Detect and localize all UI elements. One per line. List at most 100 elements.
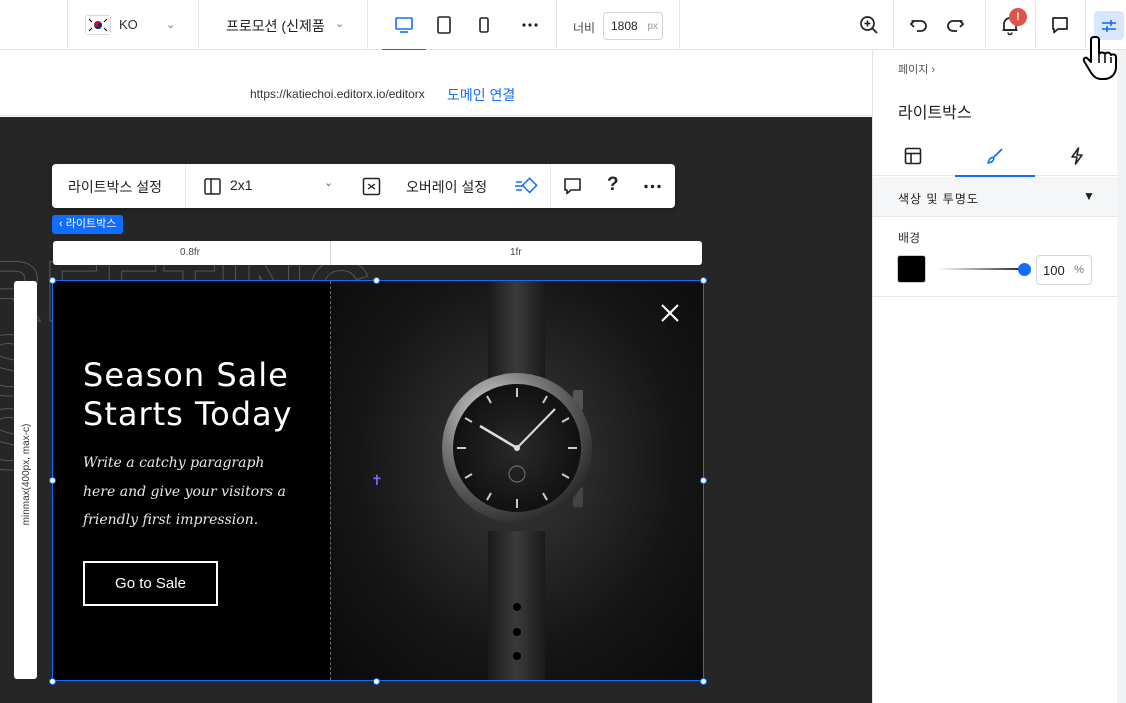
more-icon xyxy=(522,23,538,27)
width-label: 너비 xyxy=(573,21,596,35)
layout-selector[interactable]: 2x1 xyxy=(230,177,253,193)
resize-handle[interactable] xyxy=(373,678,380,685)
zoom-in-icon xyxy=(860,16,878,34)
panel-divider xyxy=(873,296,1117,297)
opacity-input[interactable]: 100 % xyxy=(1036,255,1092,285)
resize-handle[interactable] xyxy=(700,678,707,685)
watch-illustration xyxy=(442,281,592,680)
width-value: 1808 xyxy=(611,19,638,33)
toolbar-divider xyxy=(679,0,680,49)
toolbar-divider xyxy=(367,0,368,49)
comment-icon xyxy=(1052,17,1068,34)
redo-icon xyxy=(947,20,965,32)
toolbar-divider xyxy=(1035,0,1036,49)
chevron-down-icon[interactable]: ⌄ xyxy=(166,18,175,31)
width-unit: px xyxy=(647,21,658,32)
lightbox-paragraph[interactable]: Write a catchy paragraph here and give y… xyxy=(83,449,298,535)
tab-design[interactable] xyxy=(955,136,1035,177)
grid-cell-add-icon[interactable]: ✝ xyxy=(371,472,383,489)
headline-line: Starts Today xyxy=(83,395,293,433)
grid-column-size[interactable]: 0.8fr xyxy=(180,247,200,258)
grid-column-guide xyxy=(330,281,331,680)
tablet-icon xyxy=(437,16,451,34)
background-label: 배경 xyxy=(898,231,921,245)
animation-icon[interactable] xyxy=(514,176,542,196)
desktop-view-button[interactable] xyxy=(382,10,426,51)
tab-interactions[interactable] xyxy=(1037,136,1117,176)
background-color-swatch[interactable] xyxy=(897,255,926,283)
resize-handle[interactable] xyxy=(700,477,707,484)
hand-cursor-icon xyxy=(1082,36,1117,80)
toolbar-divider xyxy=(67,0,68,49)
tab-layout[interactable] xyxy=(873,136,953,176)
notification-badge: ! xyxy=(1009,8,1027,26)
panel-breadcrumb[interactable]: 페이지 › xyxy=(898,61,935,77)
grid-column-divider[interactable] xyxy=(330,241,331,265)
opacity-unit: % xyxy=(1074,264,1084,276)
panel-scrollbar[interactable] xyxy=(1117,50,1126,703)
resize-handle[interactable] xyxy=(49,277,56,284)
toolbar-divider xyxy=(556,0,557,49)
canvas-top-margin xyxy=(0,50,872,72)
help-icon[interactable]: ? xyxy=(607,174,619,196)
lightbox-container[interactable]: Season Sale Starts Today Write a catchy … xyxy=(53,281,703,680)
comment-icon[interactable] xyxy=(563,177,582,196)
more-devices-button[interactable] xyxy=(510,10,550,40)
page-name: 프로모션 (신제품 xyxy=(226,18,325,34)
resize-handle[interactable] xyxy=(700,277,707,284)
mobile-view-button[interactable] xyxy=(464,10,504,40)
chevron-down-icon[interactable]: ⌄ xyxy=(324,176,333,189)
site-url: https://katiechoi.editorx.io/editorx xyxy=(250,87,425,101)
mobile-icon xyxy=(479,17,489,33)
grid-row-size[interactable]: minmax(400px, max-c) xyxy=(21,402,32,547)
resize-handle[interactable] xyxy=(373,277,380,284)
grid-column-size[interactable]: 1fr xyxy=(510,247,522,258)
close-icon[interactable] xyxy=(659,302,681,324)
redo-button[interactable] xyxy=(942,12,968,38)
resize-handle[interactable] xyxy=(49,477,56,484)
lightbox-headline[interactable]: Season Sale Starts Today xyxy=(83,356,293,434)
resize-handle[interactable] xyxy=(49,678,56,685)
language-selector[interactable]: KO xyxy=(119,17,138,32)
color-opacity-section-header[interactable]: 색상 및 투명도 ▼ xyxy=(873,177,1117,217)
undo-icon xyxy=(909,20,927,32)
grid-column-ruler[interactable]: 0.8fr 1fr xyxy=(53,241,702,265)
lightbox-floating-toolbar: 라이트박스 설정 2x1 ⌄ 오버레이 설정 ? xyxy=(52,164,675,208)
lightbox-settings-button[interactable]: 라이트박스 설정 xyxy=(68,177,162,197)
toolbar-divider xyxy=(185,164,186,208)
desktop-icon xyxy=(395,17,413,33)
grid-row-ruler[interactable]: minmax(400px, max-c) xyxy=(14,281,37,679)
brush-icon xyxy=(987,148,1003,164)
watch-image[interactable] xyxy=(330,281,703,680)
panel-title: 라이트박스 xyxy=(898,105,972,122)
overlay-settings-button[interactable]: 오버레이 설정 xyxy=(406,177,487,197)
toolbar-divider xyxy=(985,0,986,49)
undo-button[interactable] xyxy=(906,12,932,38)
korea-flag-icon[interactable] xyxy=(85,15,111,35)
comments-button[interactable] xyxy=(1047,12,1073,38)
opacity-slider-handle[interactable] xyxy=(1018,263,1031,276)
site-url-bar xyxy=(0,72,872,116)
opacity-value: 100 xyxy=(1043,263,1065,278)
layout-icon xyxy=(904,147,922,165)
tablet-view-button[interactable] xyxy=(424,10,464,40)
section-title: 색상 및 투명도 xyxy=(898,192,979,206)
fit-to-content-icon[interactable] xyxy=(362,177,381,196)
layout-columns-icon xyxy=(204,178,221,195)
go-to-sale-button[interactable]: Go to Sale xyxy=(83,561,218,606)
opacity-slider-track[interactable] xyxy=(938,268,1026,270)
more-icon[interactable] xyxy=(643,177,662,196)
lightbox-breadcrumb-tag[interactable]: ‹ 라이트박스 xyxy=(52,215,124,234)
headline-line: Season Sale xyxy=(83,356,289,394)
width-input[interactable]: 1808 px xyxy=(603,12,663,40)
page-selector[interactable]: 프로모션 (신제품 xyxy=(226,16,325,36)
top-toolbar: KO ⌄ 프로모션 (신제품 ⌄ 너비 1808 px ! xyxy=(0,0,1126,51)
caret-down-icon: ▼ xyxy=(1083,189,1095,203)
toolbar-divider xyxy=(893,0,894,49)
inspector-panel: 페이지 › 라이트박스 색상 및 투명도 ▼ 배경 100 % xyxy=(872,50,1126,703)
connect-domain-link[interactable]: 도메인 연결 xyxy=(447,85,515,105)
chevron-down-icon[interactable]: ⌄ xyxy=(335,17,344,30)
zoom-button[interactable] xyxy=(856,12,882,38)
toolbar-divider xyxy=(198,0,199,49)
lightning-icon xyxy=(1071,147,1083,165)
